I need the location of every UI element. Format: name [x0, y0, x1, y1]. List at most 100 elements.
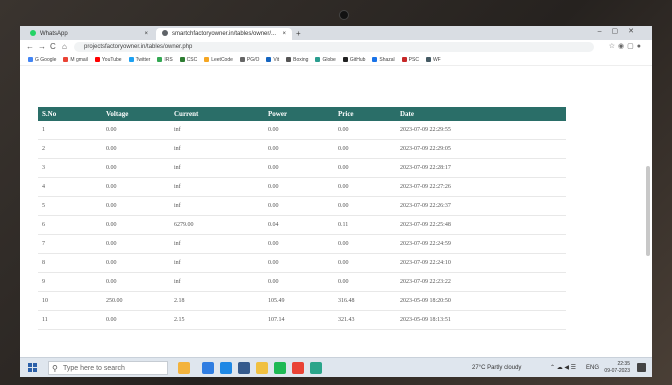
webcam	[339, 10, 349, 20]
bookmark-item[interactable]: YouTube	[94, 54, 122, 65]
bookmark-item[interactable]: IRS	[157, 54, 173, 65]
bookmark-icon	[342, 57, 348, 63]
cell-price: 0.00	[334, 253, 396, 273]
url-field[interactable]: projectsfactoryowner.in/tables/owner.php	[74, 42, 594, 52]
table-row: 8 0.00 inf 0.00 0.00 2023-07-09 22:24:10	[38, 253, 566, 273]
bookmark-icon	[128, 57, 134, 63]
cell-price: 0.00	[334, 234, 396, 254]
cell-power: 0.00	[264, 272, 334, 292]
bookmark-label: PG/O	[246, 57, 260, 63]
edge-icon[interactable]	[220, 362, 232, 374]
bookmark-icon	[63, 57, 69, 63]
cell-current: inf	[170, 139, 264, 159]
bookmark-label: CSC	[186, 57, 198, 63]
cell-power: 105.49	[264, 291, 334, 311]
cell-price: 0.00	[334, 139, 396, 159]
cell-date: 2023-07-09 22:29:55	[396, 121, 566, 140]
weather-text[interactable]: 27°C Partly cloudy	[472, 358, 521, 377]
home-icon[interactable]: ⌂	[62, 41, 67, 53]
bookmark-item[interactable]: M gmail	[63, 54, 88, 65]
spotify-icon[interactable]	[274, 362, 286, 374]
cell-voltage: 0.00	[102, 158, 170, 178]
cell-date: 2023-07-09 22:25:48	[396, 215, 566, 235]
app-icon[interactable]	[310, 362, 322, 374]
bookmark-item[interactable]: PSC	[401, 54, 419, 65]
bookmark-item[interactable]: PG/O	[239, 54, 260, 65]
tab-whatsapp[interactable]: WhatsApp ×	[24, 28, 154, 40]
explorer-icon[interactable]	[202, 362, 214, 374]
forward-icon[interactable]: →	[38, 41, 46, 53]
cell-current: 2.18	[170, 291, 264, 311]
bookmark-item[interactable]: Globe	[315, 54, 336, 65]
search-icon: ⚲	[52, 364, 58, 373]
cell-voltage: 0.00	[102, 253, 170, 273]
whatsapp-icon	[30, 30, 36, 37]
extensions-icons[interactable]: ☆◉▢●	[609, 41, 644, 53]
table-row: 11 0.00 2.15 107.14 321.43 2023-05-09 18:13:5…	[38, 310, 566, 330]
cell-current: 6279.00	[170, 215, 264, 235]
language-indicator[interactable]: ENG	[586, 358, 599, 377]
mail-icon[interactable]	[238, 362, 250, 374]
table-row: 9 0.00 inf 0.00 0.00 2023-07-09 22:23:22	[38, 272, 566, 292]
bookmark-icon	[315, 57, 321, 63]
bookmark-item[interactable]: LeetCode	[204, 54, 233, 65]
header-voltage: Voltage	[106, 110, 129, 118]
reload-icon[interactable]: C	[50, 41, 56, 53]
bookmark-item[interactable]: Shazal	[372, 54, 395, 65]
clock-date: 09-07-2023	[604, 368, 630, 374]
tray-icons[interactable]: ⌃ ☁ ◀ ☰	[550, 358, 576, 377]
bookmark-item[interactable]: Boxing	[286, 54, 308, 65]
bookmark-item[interactable]: Twitter	[128, 54, 150, 65]
cell-sno: 2	[38, 139, 102, 159]
screen: WhatsApp × smartchfactoryowner.in/tables…	[20, 26, 652, 377]
bookmark-item[interactable]: GitHub	[342, 54, 365, 65]
back-icon[interactable]: ←	[26, 41, 34, 53]
cell-date: 2023-05-09 18:20:50	[396, 291, 566, 311]
system-clock[interactable]: 22:35 09-07-2023	[604, 361, 630, 375]
scrollbar[interactable]	[646, 166, 650, 256]
tab-label: WhatsApp	[40, 31, 68, 37]
cell-power: 0.00	[264, 234, 334, 254]
new-tab-button[interactable]: +	[296, 28, 301, 40]
bookmark-label: WF	[432, 57, 441, 63]
bookmark-label: YouTube	[101, 57, 122, 63]
windows-start-icon[interactable]	[28, 363, 38, 373]
clock-time: 22:35	[617, 361, 630, 367]
table-row: 3 0.00 inf 0.00 0.00 2023-07-09 22:28:17	[38, 158, 566, 178]
cell-current: inf	[170, 196, 264, 216]
bookmarks-bar: G Google M gmail YouTube Twitter IRS CSC LeetC…	[20, 54, 652, 66]
cell-power: 0.00	[264, 158, 334, 178]
header-price: Price	[338, 110, 354, 118]
close-icon[interactable]: ×	[144, 28, 148, 40]
cell-date: 2023-07-09 22:29:05	[396, 139, 566, 159]
files-icon[interactable]	[256, 362, 268, 374]
taskbar-search[interactable]: ⚲ Type here to search	[48, 361, 168, 375]
bookmark-item[interactable]: WF	[425, 54, 441, 65]
bookmark-icon	[266, 57, 272, 63]
cell-price: 0.00	[334, 158, 396, 178]
cell-current: inf	[170, 234, 264, 254]
browser-tab-bar: WhatsApp × smartchfactoryowner.in/tables…	[20, 26, 652, 40]
cell-date: 2023-07-09 22:26:37	[396, 196, 566, 216]
bookmark-item[interactable]: Vit	[266, 54, 279, 65]
table-header-row: S.No Voltage Current Power Price Date	[38, 107, 566, 121]
tab-active[interactable]: smartchfactoryowner.in/tables/owner/... …	[156, 28, 292, 40]
cell-voltage: 0.00	[102, 234, 170, 254]
taskbar: ⚲ Type here to search 27°C Partly cloudy…	[20, 357, 652, 377]
table-row: 4 0.00 inf 0.00 0.00 2023-07-09 22:27:26	[38, 177, 566, 197]
bookmark-item[interactable]: CSC	[179, 54, 198, 65]
cell-date: 2023-07-09 22:27:26	[396, 177, 566, 197]
chrome-icon[interactable]	[292, 362, 304, 374]
close-icon[interactable]: ×	[282, 28, 286, 40]
notification-icon[interactable]	[637, 363, 646, 372]
bookmark-icon	[28, 57, 33, 63]
header-current: Current	[174, 110, 199, 118]
bookmark-label: Globe	[322, 57, 336, 63]
bookmark-item[interactable]: G Google	[28, 54, 56, 65]
taskview-icon[interactable]	[178, 362, 190, 374]
cell-sno: 6	[38, 215, 102, 235]
window-controls[interactable]: –▢✕	[598, 27, 644, 35]
bookmark-icon	[179, 57, 185, 63]
bookmark-icon	[94, 57, 100, 63]
cell-price: 316.48	[334, 291, 396, 311]
